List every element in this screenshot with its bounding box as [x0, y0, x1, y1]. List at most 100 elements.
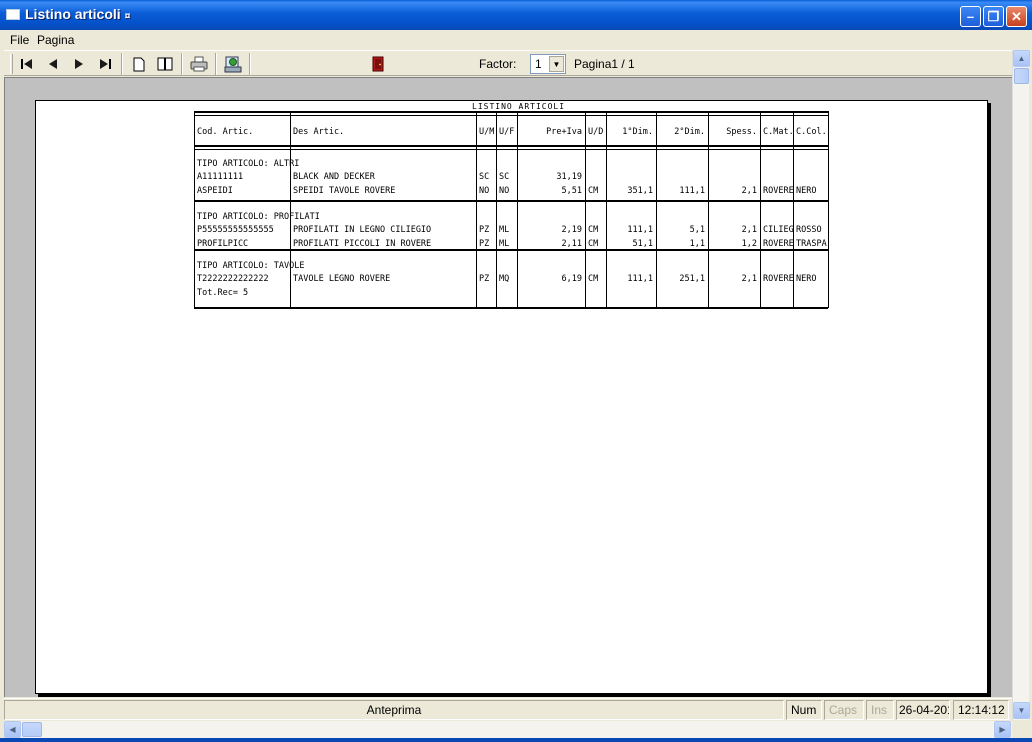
- table-cell: PZ: [479, 225, 490, 235]
- table-cell: SC: [499, 172, 510, 182]
- table-cell: CM: [588, 225, 599, 235]
- scroll-down-button[interactable]: ▼: [1013, 702, 1030, 719]
- print-button[interactable]: [188, 53, 210, 75]
- minimize-button[interactable]: –: [960, 6, 981, 27]
- table-column-rule: [290, 111, 291, 308]
- toolbar-separator: [215, 53, 217, 75]
- report-title: LISTINO ARTICOLI: [472, 102, 566, 111]
- status-ins: Ins: [866, 700, 894, 720]
- exit-button[interactable]: [367, 53, 389, 75]
- table-cell: NO: [499, 186, 510, 196]
- vertical-scroll-thumb[interactable]: [1014, 68, 1029, 84]
- restore-button[interactable]: ❐: [983, 6, 1004, 27]
- toolbar: Factor: 1 ▼ Pagina1 / 1: [4, 50, 1012, 76]
- scroll-left-button[interactable]: ◀: [4, 721, 21, 738]
- window-icon[interactable]: [6, 9, 20, 20]
- toolbar-grip[interactable]: [10, 54, 13, 74]
- factor-value: 1: [535, 57, 542, 71]
- next-page-icon: [75, 59, 83, 69]
- first-page-icon: [21, 59, 32, 69]
- status-num: Num: [786, 700, 822, 720]
- table-column-rule: [760, 111, 761, 308]
- export-button[interactable]: [222, 53, 244, 75]
- title-bar[interactable]: Listino articoli ¤ – ❐ ✕: [0, 0, 1032, 30]
- status-date: 26-04-2016: [896, 700, 950, 720]
- prev-page-button[interactable]: [42, 53, 64, 75]
- table-cell: 2,19: [561, 225, 582, 235]
- table-cell: U/F: [499, 127, 515, 137]
- table-column-rule: [517, 111, 518, 308]
- menu-file[interactable]: File: [10, 33, 29, 47]
- table-cell: Des Artic.: [293, 127, 345, 137]
- table-cell: 111,1: [627, 274, 653, 284]
- factor-label: Factor:: [479, 57, 517, 71]
- table-column-rule: [708, 111, 709, 308]
- table-cell: 6,19: [561, 274, 582, 284]
- vertical-scrollbar[interactable]: ▲ ▼: [1012, 50, 1030, 720]
- table-cell: CM: [588, 274, 599, 284]
- status-bar: Anteprima Num Caps Ins 26-04-2016 12:14:…: [4, 698, 1012, 720]
- table-cell: SPEIDI TAVOLE ROVERE: [293, 186, 396, 196]
- table-cell: ROVERE: [763, 274, 794, 284]
- group-heading: TIPO ARTICOLO: ALTRI: [197, 159, 300, 169]
- toolbar-separator: [181, 53, 183, 75]
- total-records: Tot.Rec= 5: [197, 288, 249, 298]
- table-cell: SC: [479, 172, 490, 182]
- single-page-button[interactable]: [128, 53, 150, 75]
- table-cell: 2,1: [741, 225, 757, 235]
- table-column-rule: [496, 111, 497, 308]
- table-column-rule: [585, 111, 586, 308]
- table-cell: NERO: [796, 186, 817, 196]
- table-cell: A11111111: [197, 172, 244, 182]
- close-button[interactable]: ✕: [1006, 6, 1027, 27]
- scroll-up-button[interactable]: ▲: [1013, 50, 1030, 67]
- menu-bar: File Pagina: [0, 30, 1032, 50]
- report-page: LISTINO ARTICOLI Cod. Artic. Des Artic. U/…: [35, 100, 988, 694]
- table-cell: C.Col.: [796, 127, 827, 137]
- table-cell: 351,1: [627, 186, 653, 196]
- table-cell: PROFILATI IN LEGNO CILIEGIO: [293, 225, 432, 235]
- factor-select[interactable]: 1 ▼: [530, 54, 566, 74]
- exit-door-icon: [372, 56, 384, 72]
- table-cell: CILIEG: [763, 225, 794, 235]
- table-cell: BLACK AND DECKER: [293, 172, 375, 182]
- table-cell: 2,1: [741, 186, 757, 196]
- menu-pagina[interactable]: Pagina: [37, 33, 74, 47]
- table-cell: 2°Dim.: [674, 127, 705, 137]
- table-cell: 111,1: [679, 186, 705, 196]
- table-column-rule: [606, 111, 607, 308]
- horizontal-scroll-thumb[interactable]: [22, 722, 42, 737]
- last-page-icon: [100, 59, 111, 69]
- status-mode: Anteprima: [4, 700, 784, 720]
- table-cell: 111,1: [627, 225, 653, 235]
- export-icon: [224, 56, 242, 72]
- table-cell: CM: [588, 186, 599, 196]
- last-page-button[interactable]: [94, 53, 116, 75]
- first-page-button[interactable]: [16, 53, 38, 75]
- title-glyph: ¤: [124, 11, 131, 22]
- table-column-rule: [656, 111, 657, 308]
- table-cell: PZ: [479, 274, 490, 284]
- table-cell: Pre+Iva: [546, 127, 582, 137]
- two-pages-button[interactable]: [154, 53, 176, 75]
- table-cell: U/M: [479, 127, 495, 137]
- horizontal-scrollbar[interactable]: ◀ ▶: [4, 721, 1012, 738]
- group-heading: TIPO ARTICOLO: PROFILATI: [197, 212, 320, 222]
- group-heading: TIPO ARTICOLO: TAVOLE: [197, 261, 305, 271]
- app-window: Listino articoli ¤ – ❐ ✕ File Pagina Fac…: [0, 0, 1032, 742]
- table-cell: ASPEIDI: [197, 186, 233, 196]
- toolbar-separator: [121, 53, 123, 75]
- status-caps: Caps: [824, 700, 864, 720]
- print-preview-area[interactable]: LISTINO ARTICOLI Cod. Artic. Des Artic. U/…: [4, 77, 1012, 697]
- table-cell: 31,19: [556, 172, 582, 182]
- table-cell: Cod. Artic.: [197, 127, 254, 137]
- table-cell: Spess.: [726, 127, 757, 137]
- status-time: 12:14:12: [953, 700, 1009, 720]
- table-cell: P55555555555555: [197, 225, 274, 235]
- scroll-right-button[interactable]: ▶: [994, 721, 1011, 738]
- toolbar-separator: [249, 53, 251, 75]
- chevron-down-icon[interactable]: ▼: [549, 56, 564, 72]
- next-page-button[interactable]: [68, 53, 90, 75]
- table-cell: 5,51: [561, 186, 582, 196]
- page-indicator: Pagina1 / 1: [574, 57, 635, 71]
